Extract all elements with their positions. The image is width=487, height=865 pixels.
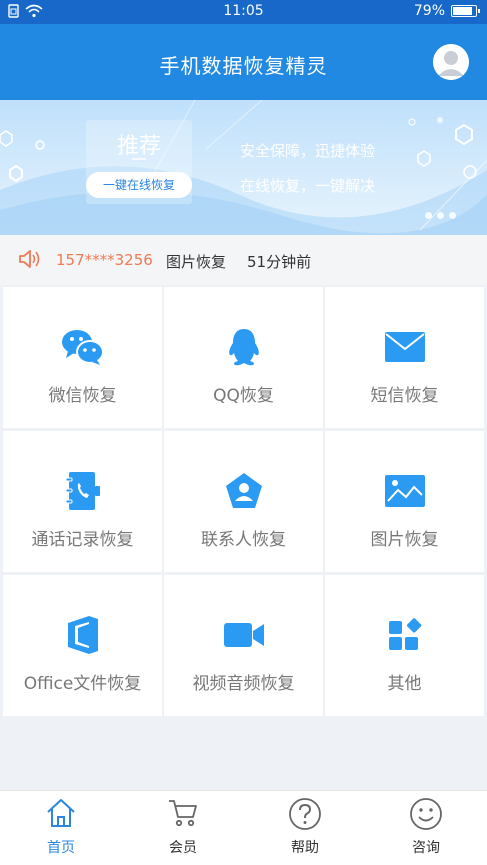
grid-item-label: 其他 <box>387 674 422 694</box>
one-click-recover-button[interactable]: 一键在线恢复 <box>86 172 192 198</box>
image-icon <box>384 475 425 507</box>
help-icon <box>289 798 321 830</box>
notice-type: 图片恢复 <box>166 253 227 271</box>
cart-icon <box>169 800 197 827</box>
office-icon <box>67 616 98 654</box>
grid-item-label: 通话记录恢复 <box>31 530 134 550</box>
grid-item-label: QQ恢复 <box>213 386 274 406</box>
slogan-line-1: 安全保障，迅捷体验 <box>240 142 376 160</box>
grid-item-video[interactable]: 视频音频恢复 <box>164 575 323 716</box>
grid-item-image[interactable]: 图片恢复 <box>325 431 484 572</box>
grid-item-call-log[interactable]: 通话记录恢复 <box>3 431 162 572</box>
battery-icon <box>451 5 480 17</box>
carousel-dot <box>425 212 432 219</box>
sms-icon <box>384 332 425 362</box>
grid-item-office[interactable]: Office文件恢复 <box>3 575 162 716</box>
grid-item-label: 视频音频恢复 <box>192 674 295 694</box>
status-bar: 11:05 79% <box>0 0 487 24</box>
tab-help[interactable]: 帮助 <box>244 791 366 865</box>
carousel-indicator <box>425 212 456 219</box>
grid-item-qq[interactable]: QQ恢复 <box>164 287 323 428</box>
qq-icon <box>228 329 259 366</box>
recommend-banner[interactable]: 推荐 一键在线恢复 安全保障，迅捷体验 在线恢复，一键解决 <box>0 100 487 235</box>
tab-consult[interactable]: 咨询 <box>365 791 487 865</box>
grid-item-label: 图片恢复 <box>370 530 439 550</box>
recommend-title: 推荐 <box>116 134 161 159</box>
grid-item-contacts[interactable]: 联系人恢复 <box>164 431 323 572</box>
smile-icon <box>410 798 442 830</box>
tab-label: 帮助 <box>291 840 319 856</box>
wechat-icon <box>61 330 104 365</box>
tab-label: 首页 <box>47 840 75 856</box>
home-icon <box>47 799 75 827</box>
tab-home[interactable]: 首页 <box>0 791 122 865</box>
banner-decoration <box>0 100 487 235</box>
page-title: 手机数据恢复精灵 <box>159 54 328 78</box>
speaker-icon <box>18 249 42 273</box>
tab-member[interactable]: 会员 <box>122 791 244 865</box>
contacts-icon <box>225 473 262 508</box>
notice-phone: 157****3256 <box>56 251 153 269</box>
grid-item-label: 微信恢复 <box>48 386 117 406</box>
grid-item-label: Office文件恢复 <box>23 674 142 694</box>
tab-label: 咨询 <box>412 840 440 856</box>
grid-item-label: 短信恢复 <box>370 386 439 406</box>
call-log-icon <box>65 472 100 510</box>
notice-time: 51分钟前 <box>247 253 312 271</box>
grid-item-other[interactable]: 其他 <box>325 575 484 716</box>
battery-percent: 79% <box>413 3 445 19</box>
bottom-tab-bar: 首页 会员 帮助 咨询 <box>0 790 487 865</box>
grid-item-label: 联系人恢复 <box>201 530 286 550</box>
recovery-grid: 微信恢复 QQ恢复 短信恢复 通话记录恢复 联系人恢复 图片恢复 Office文… <box>0 285 487 717</box>
grid-item-sms[interactable]: 短信恢复 <box>325 287 484 428</box>
video-icon <box>223 623 264 647</box>
carousel-dot <box>449 212 456 219</box>
tab-label: 会员 <box>169 840 197 856</box>
grid-item-wechat[interactable]: 微信恢复 <box>3 287 162 428</box>
apps-icon <box>388 618 421 650</box>
recovery-notice: 157****3256 图片恢复 51分钟前 <box>0 235 487 285</box>
user-icon <box>433 44 469 80</box>
slogan-line-2: 在线恢复，一键解决 <box>240 177 376 195</box>
app-header: 手机数据恢复精灵 <box>0 24 487 100</box>
avatar[interactable] <box>433 44 469 80</box>
carousel-dot <box>437 212 444 219</box>
